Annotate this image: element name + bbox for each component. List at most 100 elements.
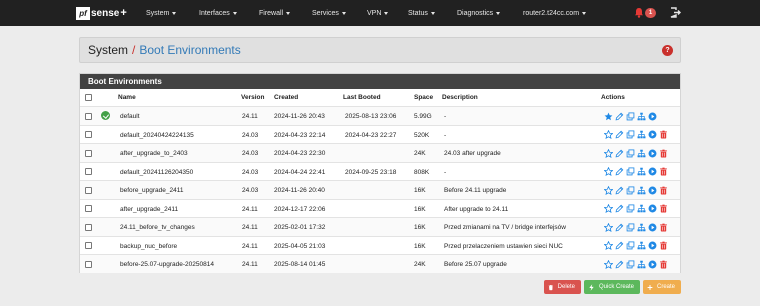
nav-menu-system[interactable]: System <box>146 0 177 26</box>
column-header-description[interactable]: Description <box>442 94 478 101</box>
nav-menu-diagnostics[interactable]: Diagnostics <box>457 0 501 26</box>
trash-icon[interactable] <box>659 130 668 139</box>
copy-icon[interactable] <box>626 185 635 195</box>
copy-icon[interactable] <box>626 204 635 213</box>
quick-create-button[interactable]: Quick Create <box>584 280 640 294</box>
star-icon[interactable] <box>604 222 613 232</box>
star-icon[interactable] <box>604 167 613 176</box>
trash-icon[interactable] <box>659 241 668 250</box>
sitemap-icon[interactable] <box>637 204 646 213</box>
create-button[interactable]: Create <box>643 280 681 294</box>
play-icon[interactable] <box>648 204 657 213</box>
copy-icon[interactable] <box>626 259 635 269</box>
select-all-checkbox[interactable] <box>85 94 92 101</box>
pencil-icon[interactable] <box>615 112 624 121</box>
nav-menu-hostname[interactable]: router2.t24cc.com <box>523 0 587 26</box>
row-checkbox[interactable] <box>85 168 92 175</box>
trash-icon[interactable] <box>659 223 668 232</box>
nav-menu-services[interactable]: Services <box>312 0 346 26</box>
table-row: backup_nuc_before 24.11 2025-04-05 21:03 16… <box>80 235 680 255</box>
trash-icon[interactable] <box>659 204 668 213</box>
column-header-name[interactable]: Name <box>118 94 136 101</box>
play-icon[interactable] <box>648 223 657 232</box>
row-checkbox[interactable] <box>85 149 92 157</box>
trash-icon[interactable] <box>659 186 668 195</box>
sitemap-icon[interactable] <box>637 186 646 195</box>
cell-description: Before 25.07 upgrade <box>444 261 507 268</box>
notification-badge[interactable]: 1 <box>645 8 656 18</box>
play-icon[interactable] <box>648 112 657 121</box>
delete-button[interactable]: Delete <box>544 280 581 294</box>
row-checkbox[interactable] <box>85 242 92 249</box>
trash-icon[interactable] <box>659 167 668 176</box>
breadcrumb-parent[interactable]: System <box>88 43 128 57</box>
trash-icon[interactable] <box>659 260 668 269</box>
column-header-actions: Actions <box>601 94 625 101</box>
copy-icon[interactable] <box>626 167 635 176</box>
row-checkbox[interactable] <box>85 260 92 268</box>
star-icon[interactable] <box>604 204 613 213</box>
logout-icon[interactable] <box>670 7 681 18</box>
sitemap-icon[interactable] <box>637 241 646 250</box>
copy-icon[interactable] <box>626 111 635 121</box>
row-checkbox[interactable] <box>85 131 92 138</box>
sitemap-icon[interactable] <box>637 223 646 232</box>
copy-icon[interactable] <box>626 130 635 139</box>
column-header-space[interactable]: Space <box>414 94 433 101</box>
pencil-icon[interactable] <box>615 223 624 232</box>
copy-icon[interactable] <box>626 148 635 158</box>
star-icon[interactable] <box>604 185 613 195</box>
row-actions <box>604 110 657 122</box>
pencil-icon[interactable] <box>615 167 624 176</box>
play-icon[interactable] <box>648 149 657 158</box>
pencil-icon[interactable] <box>615 130 624 139</box>
cell-description: After upgrade to 24.11 <box>444 205 509 213</box>
column-header-last-booted[interactable]: Last Booted <box>343 94 381 101</box>
row-checkbox[interactable] <box>85 223 92 231</box>
sitemap-icon[interactable] <box>637 167 646 176</box>
play-icon[interactable] <box>648 167 657 176</box>
row-actions <box>604 221 668 233</box>
sitemap-icon[interactable] <box>637 260 646 269</box>
sitemap-icon[interactable] <box>637 112 646 121</box>
active-check-icon <box>101 111 110 120</box>
pencil-icon[interactable] <box>615 149 624 158</box>
row-checkbox[interactable] <box>85 205 92 212</box>
pencil-icon[interactable] <box>615 260 624 269</box>
star-icon[interactable] <box>604 130 613 139</box>
play-icon[interactable] <box>648 241 657 250</box>
page-title[interactable]: Boot Environments <box>139 43 240 57</box>
nav-menu-firewall[interactable]: Firewall <box>259 0 291 26</box>
sitemap-icon[interactable] <box>637 130 646 139</box>
star-icon[interactable] <box>604 259 613 269</box>
play-icon[interactable] <box>648 260 657 269</box>
pencil-icon[interactable] <box>615 204 624 213</box>
play-icon[interactable] <box>648 186 657 195</box>
copy-icon[interactable] <box>626 222 635 232</box>
star-icon[interactable] <box>604 112 613 121</box>
top-navbar: pf sense + System Interfaces Firewall Se… <box>0 0 760 26</box>
pfsense-logo[interactable]: pf sense + <box>76 6 127 20</box>
row-checkbox[interactable] <box>85 186 92 194</box>
help-icon[interactable]: ? <box>662 45 673 56</box>
pencil-icon[interactable] <box>615 186 624 195</box>
nav-menu-vpn[interactable]: VPN <box>367 0 389 26</box>
row-checkbox[interactable] <box>85 112 92 120</box>
trash-icon[interactable] <box>659 149 668 158</box>
column-header-created[interactable]: Created <box>274 94 298 101</box>
nav-menu-interfaces[interactable]: Interfaces <box>199 0 237 26</box>
cell-description: - <box>444 168 447 176</box>
sitemap-icon[interactable] <box>637 149 646 158</box>
pencil-icon[interactable] <box>615 241 624 250</box>
nav-menu-status[interactable]: Status <box>408 0 435 26</box>
play-icon[interactable] <box>648 130 657 139</box>
star-icon[interactable] <box>604 241 613 250</box>
cell-name: after_upgrade_2411 <box>120 205 179 213</box>
bell-icon[interactable] <box>634 7 644 18</box>
copy-icon[interactable] <box>626 241 635 250</box>
lightning-icon <box>589 283 594 291</box>
column-header-version[interactable]: Version <box>241 94 264 101</box>
cell-description: Before 24.11 upgrade <box>444 187 507 194</box>
cell-space: 520K <box>414 131 430 139</box>
star-icon[interactable] <box>604 148 613 158</box>
